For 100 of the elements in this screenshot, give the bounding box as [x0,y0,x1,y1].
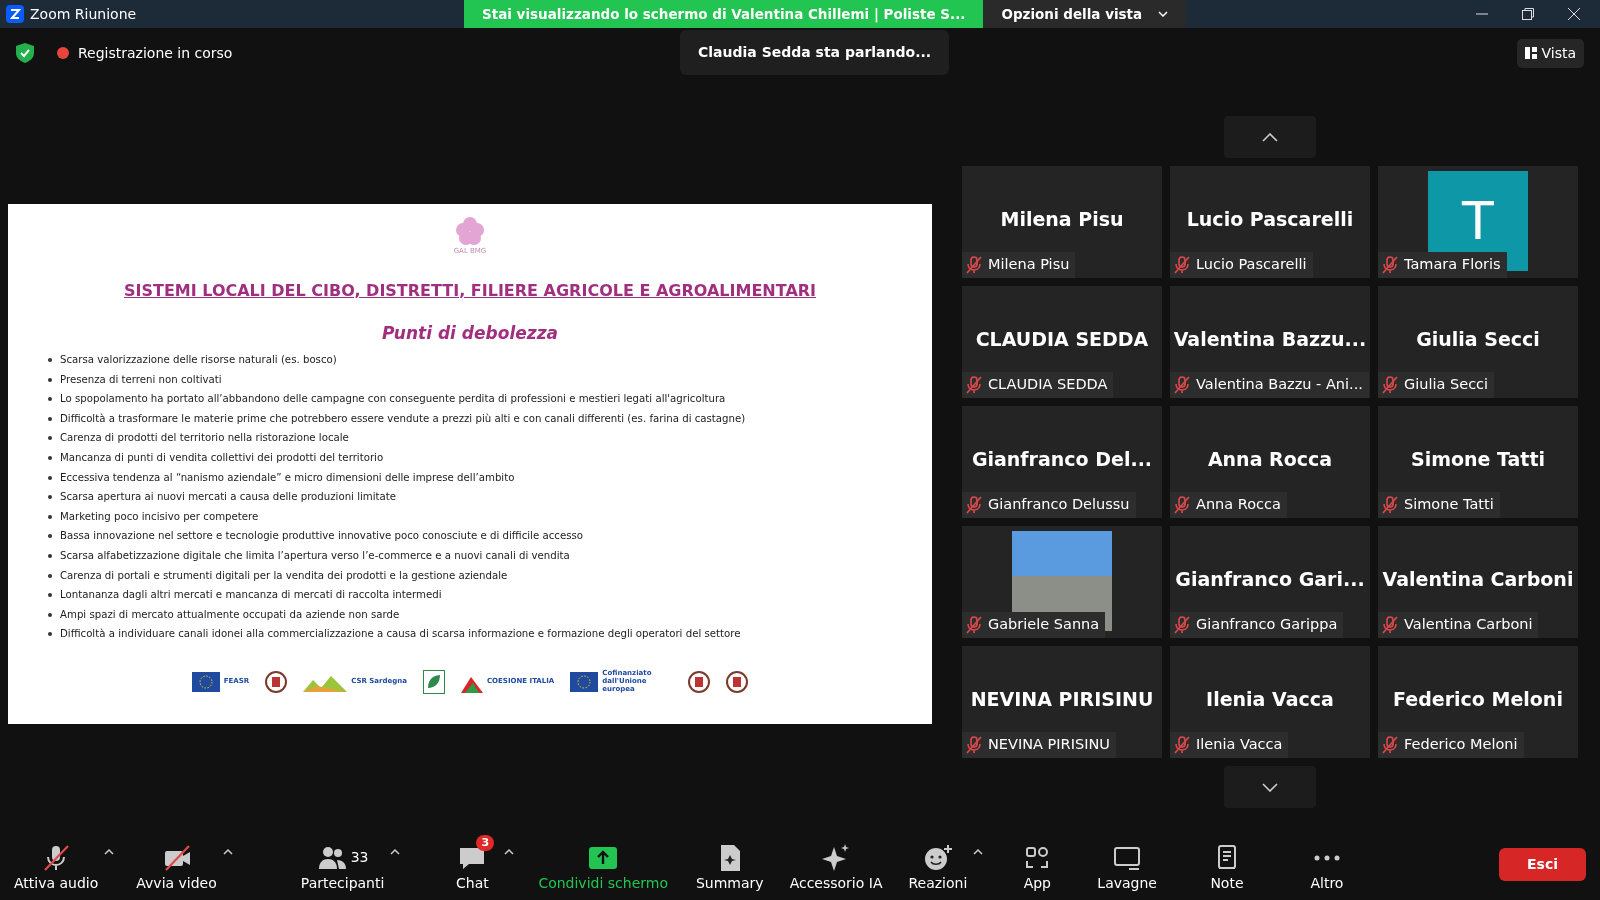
speaker-notice: Claudia Sedda sta parlando... [680,30,950,75]
participant-name: Gianfranco Gari... [1175,566,1365,592]
toolbar-button[interactable]: Avvia video [136,834,217,894]
participant-name: NEVINA PIRISINU [970,686,1154,712]
caret-up-icon[interactable] [390,847,401,857]
more-icon [1313,854,1340,861]
flower-logo-icon [455,216,485,246]
toolbar-button[interactable]: App [1011,834,1064,894]
bullet-text: Ampi spazi di mercato attualmente occupati da aziende non sarde [60,607,400,622]
smiley-icon [922,842,953,873]
bullet-text: Difficoltà a individuare canali idonei alla commercializzazione a causa di scarsa informazione e formazione degli operatori del settore [60,627,741,642]
close-icon[interactable] [1568,8,1580,20]
participant-name: Gianfranco Del... [971,446,1153,472]
participant-label: Giulia Secci [1404,375,1489,395]
toolbar-button[interactable]: Reazioni [908,834,968,894]
view-button[interactable]: Vista [1517,38,1584,68]
bullet-icon [48,358,52,362]
participant-name: Valentina Bazzu... [1173,326,1367,352]
participant-name: Giulia Secci [1416,326,1540,352]
bullet-icon [48,495,52,500]
participant-name: Milena Pisu [1000,206,1124,232]
bullet-text: Carenza di portali e strumenti digitali per la vendita dei prodotti e la gestione aziendale [60,568,508,583]
bullet-icon [48,632,52,637]
participant-label: Gianfranco Delussu [988,495,1130,515]
bullet-icon [48,455,52,460]
bullet-text: Lo spopolamento ha portato all’abbandono delle campagne con conseguente perdita di professioni e mestieri legati all'agricoltura [60,392,726,407]
toolbar-button[interactable]: Lavagne [1097,834,1157,894]
bullet-icon [48,553,52,558]
notification-badge: 3 [476,834,495,851]
caret-up-icon[interactable] [104,847,115,857]
bullet-icon [48,416,52,421]
bullet-text: Presenza di terreni non coltivati [60,372,222,387]
participant-label: Valentina Carboni [1404,615,1533,635]
chevron-up-icon [1262,132,1278,142]
participant-name: Federico Meloni [1393,686,1563,712]
bullet-icon [48,612,52,617]
participant-label: Federico Meloni [1404,735,1518,755]
toolbar-button[interactable]: Condividi schermo [538,834,668,894]
restore-icon[interactable] [1522,8,1534,20]
participant-label: Lucio Pascarelli [1196,255,1307,275]
bullet-text: Bassa innovazione nel settore e tecnologie produttive innovative poco conosciute e di difficile accesso [60,529,583,544]
participant-name: Ilenia Vacca [1206,686,1334,712]
participant-label: Gabriele Sanna [988,615,1100,635]
caret-up-icon[interactable] [222,847,233,857]
bullet-text: Eccessiva tendenza al “nanismo aziendale” e micro dimensioni delle imprese dell’ambito [60,470,515,485]
emblem-icon [726,669,749,694]
toolbar-button[interactable]: Summary [695,834,764,894]
toolbar-button[interactable]: Attiva audio [14,834,99,894]
bullet-icon [48,436,52,441]
bullet-text: Carenza di prodotti del territorio nella ristorazione locale [60,431,349,446]
eu-flag-icon [570,671,599,692]
participant-label: Valentina Bazzu - Ani... [1196,375,1363,395]
participant-label: Gianfranco Garippa [1196,615,1338,635]
toolbar-button[interactable]: 3 Chat [446,834,499,894]
slide-title: SISTEMI LOCALI DEL CIBO, DISTRETTI, FILIERE AGRICOLE E AGROALIMENTARI [122,279,818,302]
participant-name: Valentina Carboni [1382,566,1574,592]
participant-label: Ilenia Vacca [1196,735,1283,755]
bullet-text: Marketing poco incisivo per competere [60,509,259,524]
bullet-icon [48,534,52,539]
bullet-icon [48,573,52,578]
leave-button[interactable]: Esci [1499,847,1586,881]
toolbar-button[interactable]: Altro [1300,834,1353,894]
emblem-icon [265,669,288,694]
bullet-text: Scarsa apertura ai nuovi mercati a causa delle produzioni limitate [60,490,397,505]
participant-name: Lucio Pascarelli [1186,206,1354,232]
leaf-icon [423,669,445,694]
participant-label: CLAUDIA SEDDA [988,375,1108,395]
window-title: Zoom Riunione [30,4,137,24]
participant-label: Anna Rocca [1196,495,1281,515]
bullet-icon [48,475,52,480]
share-banner: Stai visualizzando lo schermo di Valentina Chillemi | Poliste S... [464,0,984,28]
bullet-icon [48,593,52,598]
participant-name: Simone Tatti [1410,446,1546,472]
participant-label: Milena Pisu [988,255,1070,275]
zoom-logo-icon [6,5,24,23]
view-options-button[interactable]: Opzioni della vista [983,0,1187,28]
bullet-text: Scarsa alfabetizzazione digitale che limita l’apertura verso l’e-commerce e a nuovi canali di vendita [60,548,570,563]
chevron-down-icon [1158,11,1169,17]
participant-name: Anna Rocca [1207,446,1333,472]
bullet-icon [48,397,52,402]
participant-name: CLAUDIA SEDDA [975,326,1149,352]
shield-check-icon [16,43,34,63]
eu-flag-icon [191,671,220,692]
bullet-text: Mancanza di punti di vendita collettivi dei prodotti del territorio [60,450,384,465]
caret-up-icon[interactable] [504,847,515,857]
participant-label: Simone Tatti [1404,495,1494,515]
toolbar-button[interactable]: 33 Partecipanti [300,834,385,894]
participant-label: NEVINA PIRISINU [988,735,1110,755]
recording-status: Registrazione in corso [78,43,233,63]
caret-up-icon[interactable] [973,847,984,857]
toolbar-button[interactable]: Accessorio IA [789,834,883,894]
slide-subtitle: Punti di debolezza [381,321,559,345]
bullet-icon [48,377,52,382]
recording-dot-icon [56,46,70,60]
participant-count: 33 [350,848,369,867]
bullet-text: Lontananza dagli altri mercati e mancanza di mercati di raccolta intermedi [60,588,442,603]
bullet-text: Difficoltà a trasformare le materie prime che potrebbero essere vendute a prezzi più alti e con canali differenti (es. farina di castagne) [60,411,746,426]
chevron-down-icon [1262,782,1278,792]
toolbar-button[interactable]: Note [1200,834,1253,894]
grid-view-icon [1525,47,1538,59]
